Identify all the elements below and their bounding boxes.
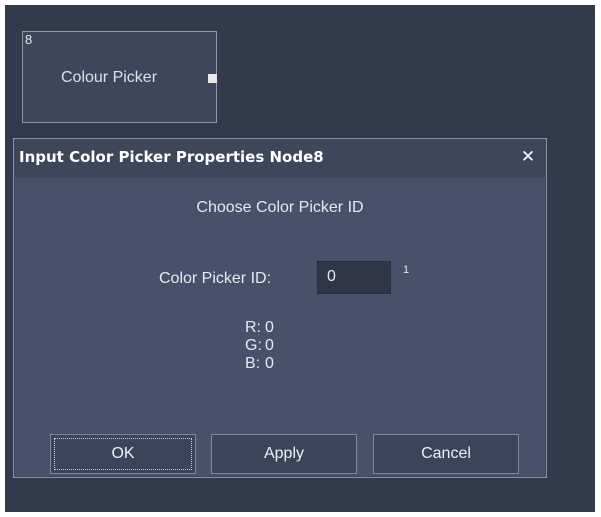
node-title: Colour Picker (61, 69, 158, 86)
rgb-label: B: (245, 355, 261, 372)
cancel-button[interactable]: Cancel (373, 434, 519, 474)
properties-dialog: Input Color Picker Properties Node8 ✕ Ch… (13, 138, 547, 478)
color-picker-id-input[interactable]: 0 (317, 261, 391, 294)
node-id: 8 (25, 32, 33, 47)
dialog-titlebar[interactable]: Input Color Picker Properties Node8 ✕ (14, 139, 546, 178)
rgb-value: 0 (265, 337, 274, 354)
dialog-heading: Choose Color Picker ID (196, 199, 364, 216)
rgb-g-row: G: 0 (245, 337, 274, 355)
rgb-r-row: R: 0 (245, 319, 274, 337)
apply-button[interactable]: Apply (211, 434, 357, 474)
rgb-label: G: (245, 337, 262, 354)
rgb-value: 0 (265, 319, 274, 336)
color-picker-id-max: 1 (403, 264, 410, 276)
dialog-body: Choose Color Picker ID Color Picker ID: … (15, 178, 545, 476)
rgb-b-row: B: 0 (245, 355, 274, 373)
colour-picker-node[interactable]: 8 Colour Picker (22, 31, 217, 123)
dialog-title: Input Color Picker Properties Node8 (19, 148, 324, 166)
rgb-value: 0 (265, 355, 274, 372)
rgb-label: R: (245, 319, 261, 336)
color-picker-id-label: Color Picker ID: (159, 270, 272, 287)
node-canvas: 8 Colour Picker Input Color Picker Prope… (5, 5, 595, 512)
close-icon[interactable]: ✕ (520, 149, 536, 166)
output-port[interactable] (208, 74, 217, 83)
ok-button[interactable]: OK (50, 434, 196, 474)
